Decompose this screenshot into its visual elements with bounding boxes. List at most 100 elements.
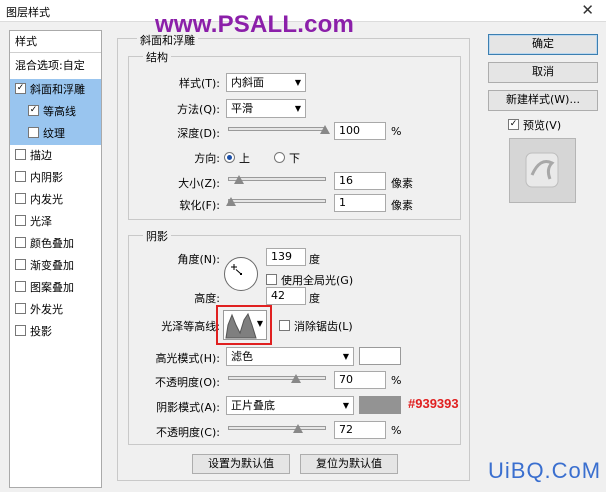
global-light-label: 使用全局光(G) [281,274,354,287]
size-input[interactable]: 16 [334,172,386,190]
highlight-opacity-thumb[interactable] [291,374,302,383]
outer-glow-checkbox[interactable] [15,303,26,314]
anti-alias-checkbox[interactable] [279,320,290,331]
shadow-opacity-input[interactable]: 72 [334,421,386,439]
soften-slider-thumb[interactable] [225,197,236,206]
shadow-opacity-unit: % [391,424,402,437]
contour-checkbox[interactable] [28,105,39,116]
stroke-item[interactable]: 描边 [10,145,101,167]
stroke-label: 描边 [30,149,52,162]
depth-input[interactable]: 100 [334,122,386,140]
gloss-contour-picker[interactable]: ▼ [223,310,267,340]
style-label: 样式(T): [178,77,220,90]
pattern-overlay-checkbox[interactable] [15,281,26,292]
texture-item[interactable]: 纹理 [10,123,101,145]
inner-glow-item[interactable]: 内发光 [10,189,101,211]
angle-label: 角度(N): [177,253,220,266]
highlight-opacity-input[interactable]: 70 [334,371,386,389]
shadow-color-annotation: #939393 [408,396,459,411]
highlight-mode-value: 滤色 [231,350,253,363]
angle-dial[interactable] [223,256,259,292]
contour-curve-icon [225,312,257,339]
highlight-opacity-label: 不透明度(O): [155,376,220,389]
color-overlay-checkbox[interactable] [15,237,26,248]
shadow-color-swatch[interactable] [359,396,401,414]
technique-label: 方法(Q): [177,103,220,116]
gloss-contour-label: 光泽等高线: [161,320,220,333]
bevel-emboss-checkbox[interactable] [15,83,26,94]
shadow-opacity-thumb[interactable] [293,424,304,433]
texture-checkbox[interactable] [28,127,39,138]
depth-slider-thumb[interactable] [320,125,330,134]
preview-checkbox-row[interactable]: 预览(V) [508,117,561,133]
shadow-mode-select[interactable]: 正片叠底 ▼ [226,396,354,415]
global-light-checkbox[interactable] [266,274,277,285]
pattern-overlay-item[interactable]: 图案叠加 [10,277,101,299]
contour-item[interactable]: 等高线 [10,101,101,123]
depth-slider[interactable] [228,125,330,134]
preview-checkbox[interactable] [508,119,519,130]
style-list-header: 样式 [10,31,101,53]
anti-alias-checkbox-row[interactable]: 消除锯齿(L) [279,318,353,334]
drop-shadow-checkbox[interactable] [15,325,26,336]
outer-glow-item[interactable]: 外发光 [10,299,101,321]
shadow-opacity-label: 不透明度(C): [156,426,220,439]
style-value: 内斜面 [231,76,264,89]
direction-up-radio[interactable] [224,152,235,163]
chevron-down-icon: ▼ [294,104,301,113]
inner-shadow-item[interactable]: 内阴影 [10,167,101,189]
inner-shadow-checkbox[interactable] [15,171,26,182]
texture-label: 纹理 [43,127,65,140]
highlight-mode-label: 高光模式(H): [155,352,220,365]
size-slider[interactable] [228,175,326,184]
footer-watermark: UiBQ.CoM [488,458,602,483]
color-overlay-item[interactable]: 颜色叠加 [10,233,101,255]
inner-glow-label: 内发光 [30,193,63,206]
pattern-overlay-label: 图案叠加 [30,281,74,294]
altitude-label: 高度: [194,292,220,305]
direction-up-label: 上 [239,152,250,165]
technique-select[interactable]: 平滑 ▼ [226,99,306,118]
drop-shadow-label: 投影 [30,325,52,338]
satin-checkbox[interactable] [15,215,26,226]
style-select[interactable]: 内斜面 ▼ [226,73,306,92]
stroke-checkbox[interactable] [15,149,26,160]
reset-default-button[interactable]: 复位为默认值 [300,454,398,474]
size-label: 大小(Z): [178,177,220,190]
altitude-input[interactable]: 42 [266,287,306,305]
satin-item[interactable]: 光泽 [10,211,101,233]
outer-glow-label: 外发光 [30,303,63,316]
bevel-emboss-item[interactable]: 斜面和浮雕 [10,79,101,101]
highlight-color-swatch[interactable] [359,347,401,365]
direction-down-radio[interactable] [274,152,285,163]
close-icon[interactable]: ✕ [581,1,594,19]
inner-glow-checkbox[interactable] [15,193,26,204]
technique-value: 平滑 [231,102,253,115]
size-slider-thumb[interactable] [233,175,244,184]
gradient-overlay-checkbox[interactable] [15,259,26,270]
gradient-overlay-item[interactable]: 渐变叠加 [10,255,101,277]
chevron-down-icon: ▼ [294,78,301,87]
chevron-down-icon[interactable]: ▼ [257,319,263,328]
make-default-button[interactable]: 设置为默认值 [192,454,290,474]
soften-input[interactable]: 1 [334,194,386,212]
shading-title: 阴影 [143,228,171,244]
drop-shadow-item[interactable]: 投影 [10,321,101,343]
global-light-checkbox-row[interactable]: 使用全局光(G) [266,272,353,288]
highlight-mode-select[interactable]: 滤色 ▼ [226,347,354,366]
style-list: 样式 混合选项:自定 斜面和浮雕 等高线 纹理 描边 内阴影 内发光 光泽 颜色… [9,30,102,488]
ok-button[interactable]: 确定 [488,34,598,55]
blending-options-item[interactable]: 混合选项:自定 [10,55,101,77]
bevel-emboss-label: 斜面和浮雕 [30,83,85,96]
angle-input[interactable]: 139 [266,248,306,266]
highlight-opacity-slider[interactable] [228,374,326,383]
shadow-mode-label: 阴影模式(A): [156,401,220,414]
new-style-button[interactable]: 新建样式(W)... [488,90,598,111]
direction-down-label: 下 [289,152,300,165]
shadow-opacity-slider[interactable] [228,424,326,433]
soften-slider[interactable] [225,197,326,206]
angle-unit: 度 [309,253,320,266]
cancel-button[interactable]: 取消 [488,62,598,83]
color-overlay-label: 颜色叠加 [30,237,74,250]
bevel-emboss-title: 斜面和浮雕 [137,32,198,48]
